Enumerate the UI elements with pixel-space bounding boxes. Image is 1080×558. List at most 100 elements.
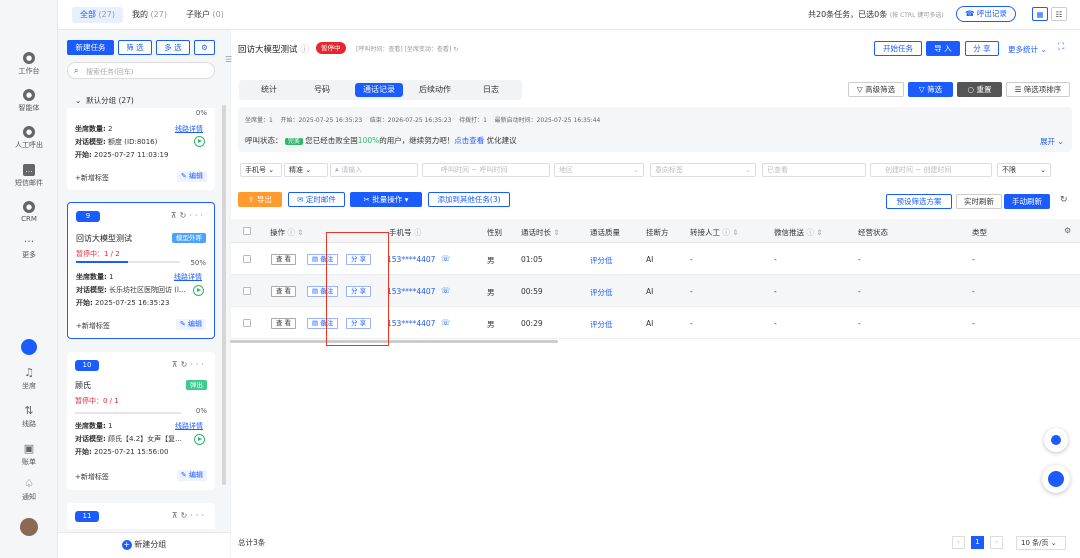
nav-item-bill[interactable]: ▣ 账单	[0, 443, 58, 467]
row-checkbox[interactable]	[243, 255, 251, 263]
apply-filter-button[interactable]: ▽ 筛选	[908, 82, 953, 97]
nav-item-seat[interactable]: ♫ 坐席	[0, 367, 58, 391]
grid-view-icon[interactable]: ▦	[1032, 7, 1048, 21]
task-card-selected[interactable]: 9 ⊼↻··· 回访大模型测试 模型外呼 暂停中：1 / 2 50% 坐席数量:…	[67, 202, 215, 339]
sort-filters-button[interactable]: ☰ 筛选项排序	[1006, 82, 1070, 97]
advanced-filter-button[interactable]: ▽ 高级筛选	[848, 82, 904, 97]
intent-tag-select[interactable]: 意向标签 ⌄	[650, 163, 756, 177]
limit-select[interactable]: 不限 ⌄	[997, 163, 1051, 177]
call-time-range[interactable]: 呼叫时间 ~ 呼叫时间	[422, 163, 550, 177]
line-detail-link[interactable]: 线路详情	[175, 124, 203, 134]
play-icon[interactable]	[194, 136, 205, 147]
realtime-refresh-button[interactable]: 实时刷新	[956, 194, 1002, 209]
view-button[interactable]: 查 看	[271, 286, 297, 297]
avatar[interactable]	[0, 518, 58, 536]
tab-stats[interactable]: 统计	[247, 83, 291, 97]
edit-button[interactable]: ✎ 编辑	[176, 470, 207, 481]
call-record-button[interactable]: ☎ 呼出记录	[956, 6, 1016, 22]
page-size-select[interactable]: 10 条/页 ⌄	[1016, 536, 1066, 550]
scheduled-mail-button[interactable]: ✉ 定时邮件	[288, 192, 345, 207]
phone-call-icon[interactable]: ☏	[441, 286, 450, 295]
nav-item-crm[interactable]: ● CRM	[0, 201, 58, 223]
multi-select-button[interactable]: 多 选	[156, 40, 190, 55]
filter-button[interactable]: 筛 选	[118, 40, 152, 55]
new-task-button[interactable]: 新建任务	[67, 40, 114, 55]
col-transfer[interactable]: 转接人工 ⓘ ⇕	[690, 227, 739, 238]
float-help-icon[interactable]	[1042, 465, 1070, 493]
phone-number[interactable]: 153****4407	[387, 319, 435, 328]
pin-icon[interactable]: ⊼	[172, 511, 181, 520]
nav-item-agent[interactable]: ● 智能体	[0, 89, 58, 113]
select-all-checkbox[interactable]	[243, 227, 251, 235]
edit-button[interactable]: ✎ 编辑	[175, 319, 206, 330]
col-duration[interactable]: 通话时长 ⇕	[521, 227, 560, 238]
float-assistant-icon[interactable]	[1044, 428, 1068, 452]
nav-item-more[interactable]: ··· 更多	[0, 236, 58, 260]
edit-button[interactable]: ✎ 编辑	[176, 171, 207, 182]
expand-link[interactable]: 展开 ⌄	[1040, 136, 1064, 147]
phone-call-icon[interactable]: ☏	[441, 318, 450, 327]
more-icon[interactable]: ···	[189, 211, 206, 220]
viewed-select[interactable]: 已查看	[762, 163, 866, 177]
view-suggestions-link[interactable]: 点击查看	[454, 136, 484, 145]
prev-page-icon[interactable]: ‹	[952, 536, 965, 549]
refresh-icon[interactable]: ↻	[180, 211, 190, 220]
search-value-input[interactable]: ⌕ 请输入	[330, 163, 418, 177]
created-time-range[interactable]: 创建时间 ~ 创建时间	[870, 163, 992, 177]
tab-sub-account[interactable]: 子账户 (0)	[186, 7, 224, 23]
next-page-icon[interactable]: ›	[990, 536, 1003, 549]
line-detail-link[interactable]: 线路详情	[175, 421, 203, 431]
nav-item-line[interactable]: ⇅ 线路	[0, 405, 58, 429]
list-view-icon[interactable]: ☷	[1051, 7, 1067, 21]
quality[interactable]: 评分低	[590, 287, 613, 298]
exact-match-select[interactable]: 精准 ⌄	[284, 163, 328, 177]
nav-item-dashboard[interactable]: ● 工作台	[0, 52, 58, 76]
tab-numbers[interactable]: 号码	[300, 83, 344, 97]
fullscreen-icon[interactable]: ⛶	[1058, 42, 1064, 52]
add-tag-button[interactable]: +新增标签	[76, 321, 110, 331]
phone-number[interactable]: 153****4407	[387, 287, 435, 296]
region-select[interactable]: 地区 ⌄	[554, 163, 644, 177]
pin-icon[interactable]: ⊼	[172, 360, 181, 369]
row-checkbox[interactable]	[243, 287, 251, 295]
play-icon[interactable]	[194, 434, 205, 445]
batch-action-button[interactable]: ✂ 批量操作 ▾	[350, 192, 422, 207]
export-button[interactable]: ⇪ 导出	[238, 192, 282, 207]
nav-item-manual-call[interactable]: ● 人工呼出	[0, 126, 58, 150]
group-header[interactable]: ⌄ 默认分组 (27)	[75, 95, 134, 106]
add-to-other-task-button[interactable]: 添加到其他任务(3)	[428, 192, 510, 207]
task-card[interactable]: 11 ⊼↻···	[67, 503, 215, 529]
line-detail-link[interactable]: 线路详情	[174, 272, 202, 282]
assistant-bot-icon[interactable]	[0, 339, 58, 355]
phone-number[interactable]: 153****4407	[387, 255, 435, 264]
column-settings-icon[interactable]: ⚙	[1064, 226, 1071, 235]
settings-icon[interactable]: ⚙	[194, 40, 215, 55]
nav-item-notice[interactable]: ♤ 通知	[0, 478, 58, 502]
add-tag-button[interactable]: +新增标签	[75, 173, 109, 183]
reset-button[interactable]: ○ 重置	[957, 82, 1002, 97]
collapse-icon[interactable]: ☰	[225, 55, 232, 64]
refresh-icon[interactable]: ↻	[181, 511, 191, 520]
refresh-icon[interactable]: ↻	[181, 360, 191, 369]
task-card[interactable]: 0% 坐席数量: 2 线路详情 对话模型: 额度 (ID:8016) 开始: 2…	[67, 108, 215, 190]
search-input[interactable]: ⌕ 搜索任务(回车)	[67, 62, 215, 79]
share-button[interactable]: 分 享	[965, 41, 999, 56]
pin-icon[interactable]: ⊼	[171, 211, 180, 220]
preset-filter-button[interactable]: 预设筛选方案	[886, 194, 952, 209]
horizontal-scrollbar[interactable]	[230, 340, 558, 343]
nav-item-sms[interactable]: … 短信邮件	[0, 164, 58, 188]
new-group-button[interactable]: + 新建分组	[58, 532, 230, 558]
phone-field-select[interactable]: 手机号 ⌄	[240, 163, 282, 177]
quality[interactable]: 评分低	[590, 255, 613, 266]
sidebar-scrollbar[interactable]	[222, 105, 226, 485]
task-meta[interactable]: [呼叫时间：查看] [坐席变动：查看] ↻	[356, 44, 458, 53]
more-icon[interactable]: ···	[190, 360, 207, 369]
col-wechat[interactable]: 微信推送 ⓘ ⇕	[774, 227, 823, 238]
tab-logs[interactable]: 日志	[467, 83, 515, 97]
view-button[interactable]: 查 看	[271, 254, 297, 265]
quality[interactable]: 评分低	[590, 319, 613, 330]
refresh-icon[interactable]: ↻	[1060, 195, 1068, 205]
manual-refresh-button[interactable]: 手动刷新	[1004, 194, 1050, 209]
more-stats-link[interactable]: 更多统计 ⌄	[1008, 44, 1047, 55]
page-1[interactable]: 1	[971, 536, 984, 549]
